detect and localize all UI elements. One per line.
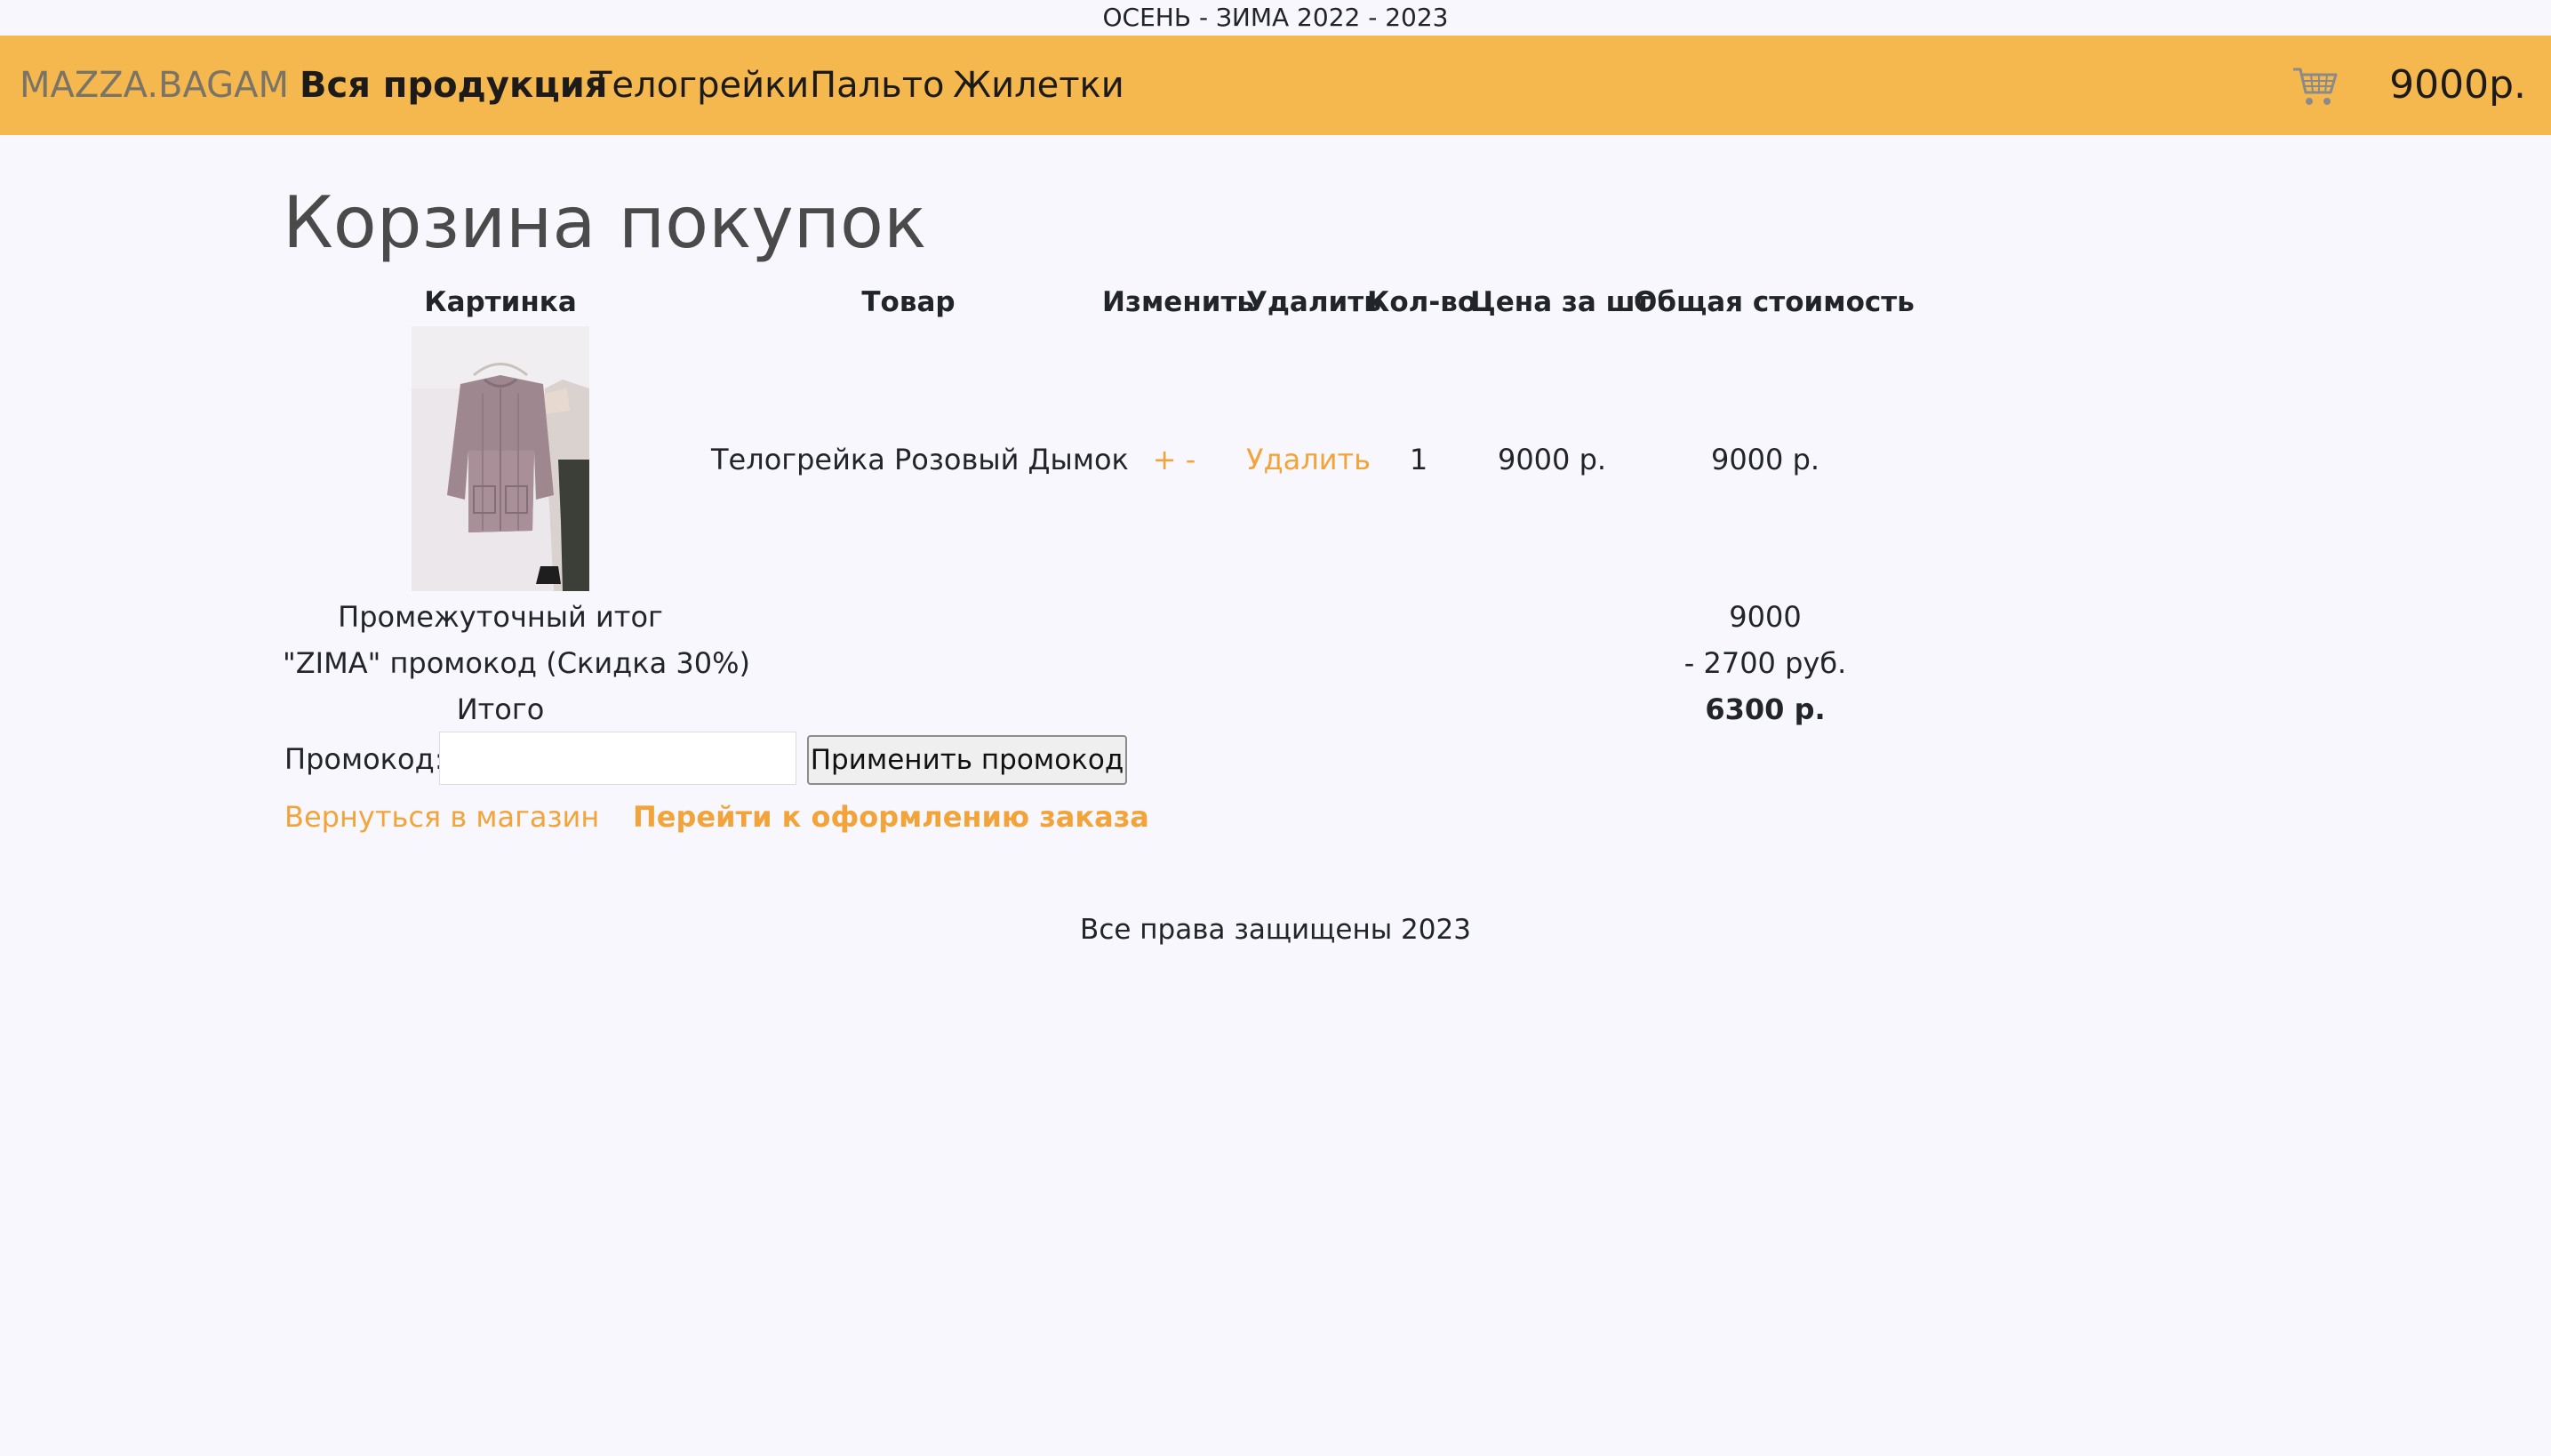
checkout-link[interactable]: Перейти к оформлению заказа [633, 797, 1149, 836]
subtotal-value: 9000 [1729, 600, 1802, 634]
product-name[interactable]: Телогрейка Розовый Дымок [711, 440, 1129, 479]
subtotal-label: Промежуточный итог [338, 600, 663, 634]
column-header-product: Товар [861, 286, 956, 318]
promo-discount-value: - 2700 руб. [1683, 646, 1847, 680]
promo-code-input[interactable] [439, 732, 796, 785]
promo-discount-label: "ZIMA" промокод (Скидка 30%) [283, 646, 750, 680]
column-header-change: Изменить [1102, 286, 1255, 318]
nav-link-all-products[interactable]: Вся продукция [300, 36, 607, 135]
quantity-change-controls[interactable]: + - [1102, 440, 1246, 479]
product-image[interactable] [412, 326, 589, 591]
item-total-price: 9000 р. [1710, 443, 1820, 476]
page-title: Корзина покупок [283, 181, 927, 264]
promo-code-label: Промокод: [284, 742, 444, 776]
nav-link-zhiletki[interactable]: Жилетки [953, 36, 1124, 135]
total-value: 6300 р. [1705, 692, 1826, 726]
delete-item-link[interactable]: Удалить [1246, 440, 1371, 479]
item-unit-price: 9000 р. [1497, 443, 1607, 476]
column-header-total: Общая стоимость [1634, 286, 1915, 318]
column-header-unit-price: Цена за шт [1470, 286, 1651, 318]
cart-total[interactable]: 9000р. [2389, 36, 2526, 135]
nav-link-palto[interactable]: Пальто [810, 36, 945, 135]
brand-logo[interactable]: MAZZA.BAGAM [20, 36, 289, 135]
back-to-shop-link[interactable]: Вернуться в магазин [284, 797, 599, 836]
apply-promo-button[interactable]: Применить промокод [807, 735, 1127, 785]
nav-link-telogreiki[interactable]: Телогрейки [590, 36, 809, 135]
item-quantity: 1 [1409, 443, 1428, 476]
footer-copyright: Все права защищены 2023 [1080, 914, 1471, 946]
shopping-cart-icon[interactable] [2291, 64, 2339, 108]
column-header-delete: Удалить [1246, 286, 1381, 318]
navbar: MAZZA.BAGAM Вся продукция Телогрейки Пал… [0, 36, 2551, 135]
season-banner: ОСЕНЬ - ЗИМА 2022 - 2023 [1102, 3, 1449, 32]
column-header-image: Картинка [424, 286, 577, 318]
column-header-quantity: Кол-во [1367, 286, 1477, 318]
total-label: Итого [456, 692, 545, 726]
